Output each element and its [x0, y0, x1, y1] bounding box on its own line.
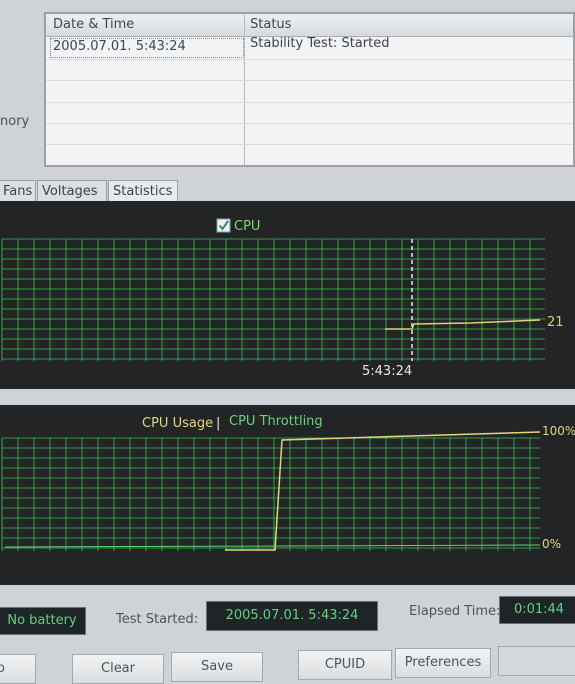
column-header-status[interactable]: Status [250, 17, 291, 32]
clear-button[interactable]: Clear [72, 654, 164, 684]
event-log-table[interactable]: Date & Time Status 2005.07.01. 5:43:24 S… [44, 12, 575, 167]
test-started-value: 2005.07.01. 5:43:24 [206, 601, 378, 631]
column-divider [244, 36, 245, 165]
cpu-throttling-legend: CPU Throttling [229, 414, 323, 429]
tab-statistics[interactable]: Statistics [108, 180, 178, 202]
tab-voltages[interactable]: Voltages [37, 180, 107, 202]
temperature-grid [1, 238, 545, 361]
table-row-line [46, 123, 573, 124]
table-row-line [46, 102, 573, 103]
time-axis-label: 5:43:24 [362, 364, 412, 379]
usage-grid [1, 437, 540, 551]
elapsed-time-label: Elapsed Time: [409, 604, 501, 619]
cpuid-button[interactable]: CPUID [298, 650, 392, 680]
tab-fans[interactable]: Fans [0, 180, 36, 202]
test-started-label: Test Started: [116, 612, 199, 627]
log-row-datetime[interactable]: 2005.07.01. 5:43:24 [53, 39, 186, 54]
cpu-usage-legend: CPU Usage [142, 416, 213, 431]
cpu-usage-line [225, 431, 541, 551]
current-value-label: 21 [547, 315, 564, 330]
cpu-throttling-line [4, 544, 541, 548]
preferences-button[interactable]: Preferences [395, 648, 491, 678]
table-row-line [46, 80, 573, 81]
close-button[interactable] [498, 646, 575, 676]
legend-separator: | [216, 416, 220, 431]
column-divider[interactable] [244, 14, 245, 36]
y-axis-min-label: 0% [542, 537, 561, 551]
table-row-line [46, 144, 573, 145]
cpu-temperature-line [385, 319, 541, 330]
save-button[interactable]: Save [171, 652, 263, 682]
log-row-status[interactable]: Stability Test: Started [250, 36, 389, 51]
temperature-graph: CPU 21 5:43:24 [1, 218, 564, 379]
table-row-line [46, 59, 573, 60]
cpu-usage-graph: CPU Usage | CPU Throttling 100% 0% [1, 414, 575, 551]
column-header-datetime[interactable]: Date & Time [53, 17, 134, 32]
battery-status-display: No battery [0, 607, 86, 635]
start-button[interactable]: o [0, 654, 36, 684]
sidebar-item-memory-label[interactable]: nory [0, 114, 29, 129]
cpu-legend-label: CPU [234, 219, 260, 234]
y-axis-max-label: 100% [542, 424, 575, 438]
cpu-checkbox[interactable] [216, 218, 231, 233]
elapsed-time-value: 0:01:44 [499, 596, 575, 624]
cpu-usage-graph-panel: CPU Usage | CPU Throttling 100% 0% [0, 405, 575, 585]
temperature-graph-panel: CPU 21 5:43:24 [0, 201, 575, 389]
log-header: Date & Time Status [46, 14, 573, 37]
